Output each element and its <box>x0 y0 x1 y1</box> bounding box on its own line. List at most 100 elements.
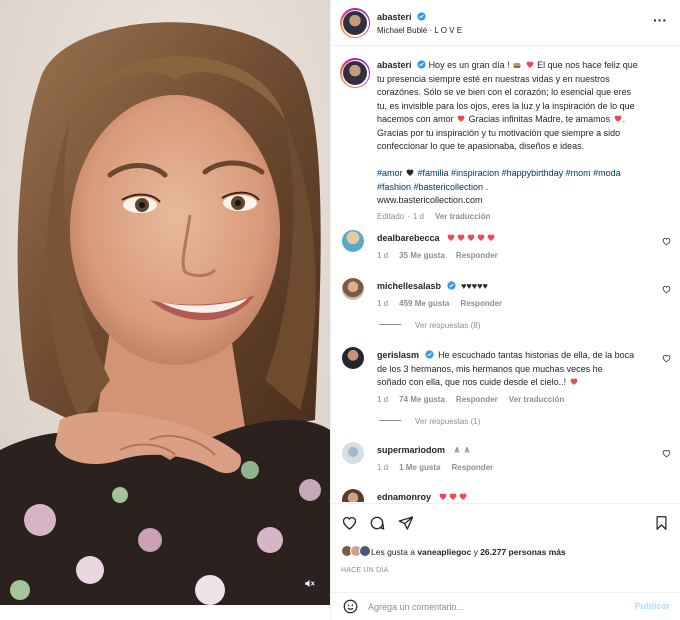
hashtag-link[interactable]: #amor <box>377 168 403 178</box>
commenter-avatar[interactable] <box>342 278 364 300</box>
comment-username[interactable]: supermariodom <box>377 445 445 455</box>
caption-line: tu, es invisible para los ojos, eres la … <box>377 100 635 111</box>
comment-time: 1 d <box>377 463 389 472</box>
bookmark-icon[interactable] <box>654 515 669 531</box>
commenter-avatar[interactable] <box>342 489 364 502</box>
likes-user[interactable]: vaneapliegoc <box>417 547 471 557</box>
verified-badge-icon <box>424 350 434 359</box>
comment-likes[interactable]: 35 Me gusta <box>399 251 445 260</box>
likes-summary: Les gusta a vaneapliegoc y 26.277 person… <box>371 547 566 557</box>
comment-text: He escuchado tantas historias de ella, d… <box>438 350 635 360</box>
heart-icon[interactable] <box>341 515 358 531</box>
comment-text: soñado con ella, que nos cuide desde el … <box>377 377 567 387</box>
instagram-post-view: abasteri Michael Bublé · L O V E ··· aba… <box>0 0 680 620</box>
post-header: abasteri Michael Bublé · L O V E ··· <box>331 0 680 46</box>
likers-avatars[interactable] <box>341 545 371 558</box>
heart-emoji-icon <box>477 234 485 241</box>
post-actions: Les gusta a vaneapliegoc y 26.277 person… <box>331 503 680 593</box>
reply-button[interactable]: Responder <box>460 299 502 308</box>
emoji-icon[interactable] <box>343 599 358 614</box>
verified-badge-icon <box>417 60 426 69</box>
post-photo <box>0 0 330 605</box>
caption-line: tu presencia siempre esté en nuestras vi… <box>377 73 610 84</box>
commenter-avatar[interactable] <box>342 230 364 252</box>
like-comment-heart-icon[interactable] <box>662 237 671 246</box>
like-comment-heart-icon[interactable] <box>662 354 671 363</box>
comment-text: ♥♥♥♥♥ <box>461 281 488 291</box>
verified-badge-icon <box>446 281 456 290</box>
post-time-ago[interactable]: HACE UN DÍA <box>341 567 388 574</box>
caption-line: confeccionar lo que te apasionaba, diseñ… <box>377 141 585 151</box>
comment-likes[interactable]: 1 Me gusta <box>399 463 440 472</box>
black-heart-emoji-icon <box>406 169 414 176</box>
post-panel: abasteri Michael Bublé · L O V E ··· aba… <box>330 0 680 620</box>
caption-line: El que nos hace feliz que <box>537 60 638 70</box>
verified-badge-icon <box>417 12 426 21</box>
heart-emoji-icon <box>570 378 578 385</box>
replies-divider <box>379 324 401 325</box>
heart-emoji-icon <box>457 234 465 241</box>
publish-button[interactable]: Publicar <box>634 601 670 611</box>
comment-likes[interactable]: 74 Me gusta <box>399 395 445 404</box>
likes-prefix: Les gusta a <box>371 547 415 557</box>
caption-username[interactable]: abasteri <box>377 60 412 70</box>
hashtag-link[interactable]: #familia #inspiracion #happybirthday #mo… <box>418 168 621 178</box>
comment-time: 1 d <box>377 395 389 404</box>
comment-icon[interactable] <box>369 515 385 531</box>
likes-count[interactable]: 26.277 personas más <box>480 547 566 557</box>
comment-username[interactable]: gerislasm <box>377 350 419 360</box>
comment-hearts <box>446 233 496 243</box>
reply-button[interactable]: Responder <box>456 251 498 260</box>
post-media[interactable] <box>0 0 330 605</box>
liker-avatar <box>359 545 371 557</box>
audio-track[interactable]: Michael Bublé · L O V E <box>377 26 462 35</box>
comment-text: de los 3 hermanos, mis hermanos que much… <box>377 363 603 374</box>
like-comment-heart-icon[interactable] <box>662 449 671 458</box>
comment-input[interactable] <box>368 598 618 616</box>
view-replies-button[interactable]: Ver respuestas (1) <box>379 417 480 426</box>
heart-emoji-icon <box>467 234 475 241</box>
caption-line: corazónes. Sólo se ve bien con el corazó… <box>377 87 632 97</box>
caption-line: Gracias por tu inspiración y tu motivaci… <box>377 127 621 138</box>
reply-button[interactable]: Responder <box>451 463 493 472</box>
comment-username[interactable]: michellesalasb <box>377 281 441 291</box>
like-comment-heart-icon[interactable] <box>662 285 671 294</box>
comment-likes[interactable]: 459 Me gusta <box>399 299 449 308</box>
add-comment-bar: Publicar <box>331 592 680 620</box>
heart-emoji-icon <box>439 493 446 500</box>
view-replies-label: Ver respuestas (8) <box>415 321 481 330</box>
comment-username[interactable]: ednamonroy <box>377 492 431 502</box>
caption-line: Gracias infinitas Madre, te amamos <box>468 114 611 124</box>
comment-hearts <box>438 492 468 502</box>
caption-edited: Editado <box>377 212 405 221</box>
commenter-avatar[interactable] <box>342 347 364 369</box>
comments-list[interactable]: abasteri Hoy es un gran día ! El que nos… <box>331 47 680 502</box>
mute-icon <box>304 579 314 587</box>
heart-emoji-icon <box>526 61 534 68</box>
heart-emoji-icon <box>449 493 456 500</box>
comment-username[interactable]: dealbarebecca <box>377 233 440 243</box>
hashtag-link[interactable]: #fashion #bastericollection . <box>377 181 659 195</box>
heart-emoji-icon <box>487 234 495 241</box>
caption-url: www.bastericollection.com <box>377 195 483 205</box>
cake-emoji-icon <box>513 61 521 68</box>
mute-button[interactable] <box>299 573 319 593</box>
praying-hands-emoji-icon <box>452 445 472 455</box>
author-username[interactable]: abasteri <box>377 12 412 22</box>
more-options-icon[interactable]: ··· <box>653 13 667 27</box>
caption-avatar[interactable] <box>340 58 370 88</box>
view-replies-label: Ver respuestas (1) <box>415 417 481 426</box>
comment-time: 1 d <box>377 299 389 308</box>
commenter-avatar[interactable] <box>342 442 364 464</box>
reply-button[interactable]: Responder <box>456 395 498 404</box>
caption-line: hacemos con amor <box>377 114 454 124</box>
heart-emoji-icon <box>459 493 466 500</box>
translate-button[interactable]: Ver traducción <box>509 395 565 404</box>
heart-emoji-icon <box>614 115 622 122</box>
caption-translate[interactable]: Ver traducción <box>435 212 491 221</box>
comment-time: 1 d <box>377 251 389 260</box>
share-icon[interactable] <box>398 515 414 531</box>
caption-time: 1 d <box>412 212 424 221</box>
author-avatar[interactable] <box>340 8 370 38</box>
view-replies-button[interactable]: Ver respuestas (8) <box>379 321 480 330</box>
